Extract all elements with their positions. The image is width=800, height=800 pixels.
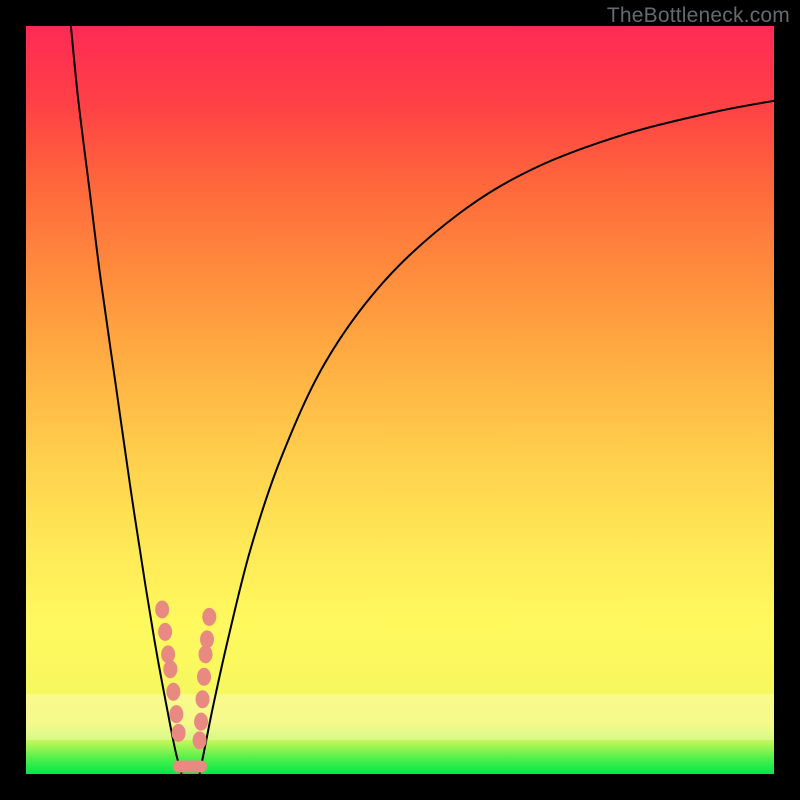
marker-dot: [169, 705, 183, 723]
right-branch-curve: [200, 101, 774, 774]
watermark-text: TheBottleneck.com: [607, 4, 790, 28]
marker-dot: [158, 623, 172, 641]
marker-dot: [193, 731, 207, 749]
marker-dot: [161, 645, 175, 663]
curves-svg: [26, 26, 774, 774]
markers-right: [193, 608, 217, 749]
marker-dot: [172, 724, 186, 742]
marker-dot: [166, 683, 180, 701]
marker-dot: [196, 690, 210, 708]
marker-dot: [163, 660, 177, 678]
marker-dot: [194, 713, 208, 731]
marker-dot: [197, 668, 211, 686]
plot-area: [26, 26, 774, 774]
marker-dot: [155, 600, 169, 618]
marker-dot: [202, 608, 216, 626]
chart-frame: TheBottleneck.com: [0, 0, 800, 800]
marker-dot: [199, 645, 213, 663]
